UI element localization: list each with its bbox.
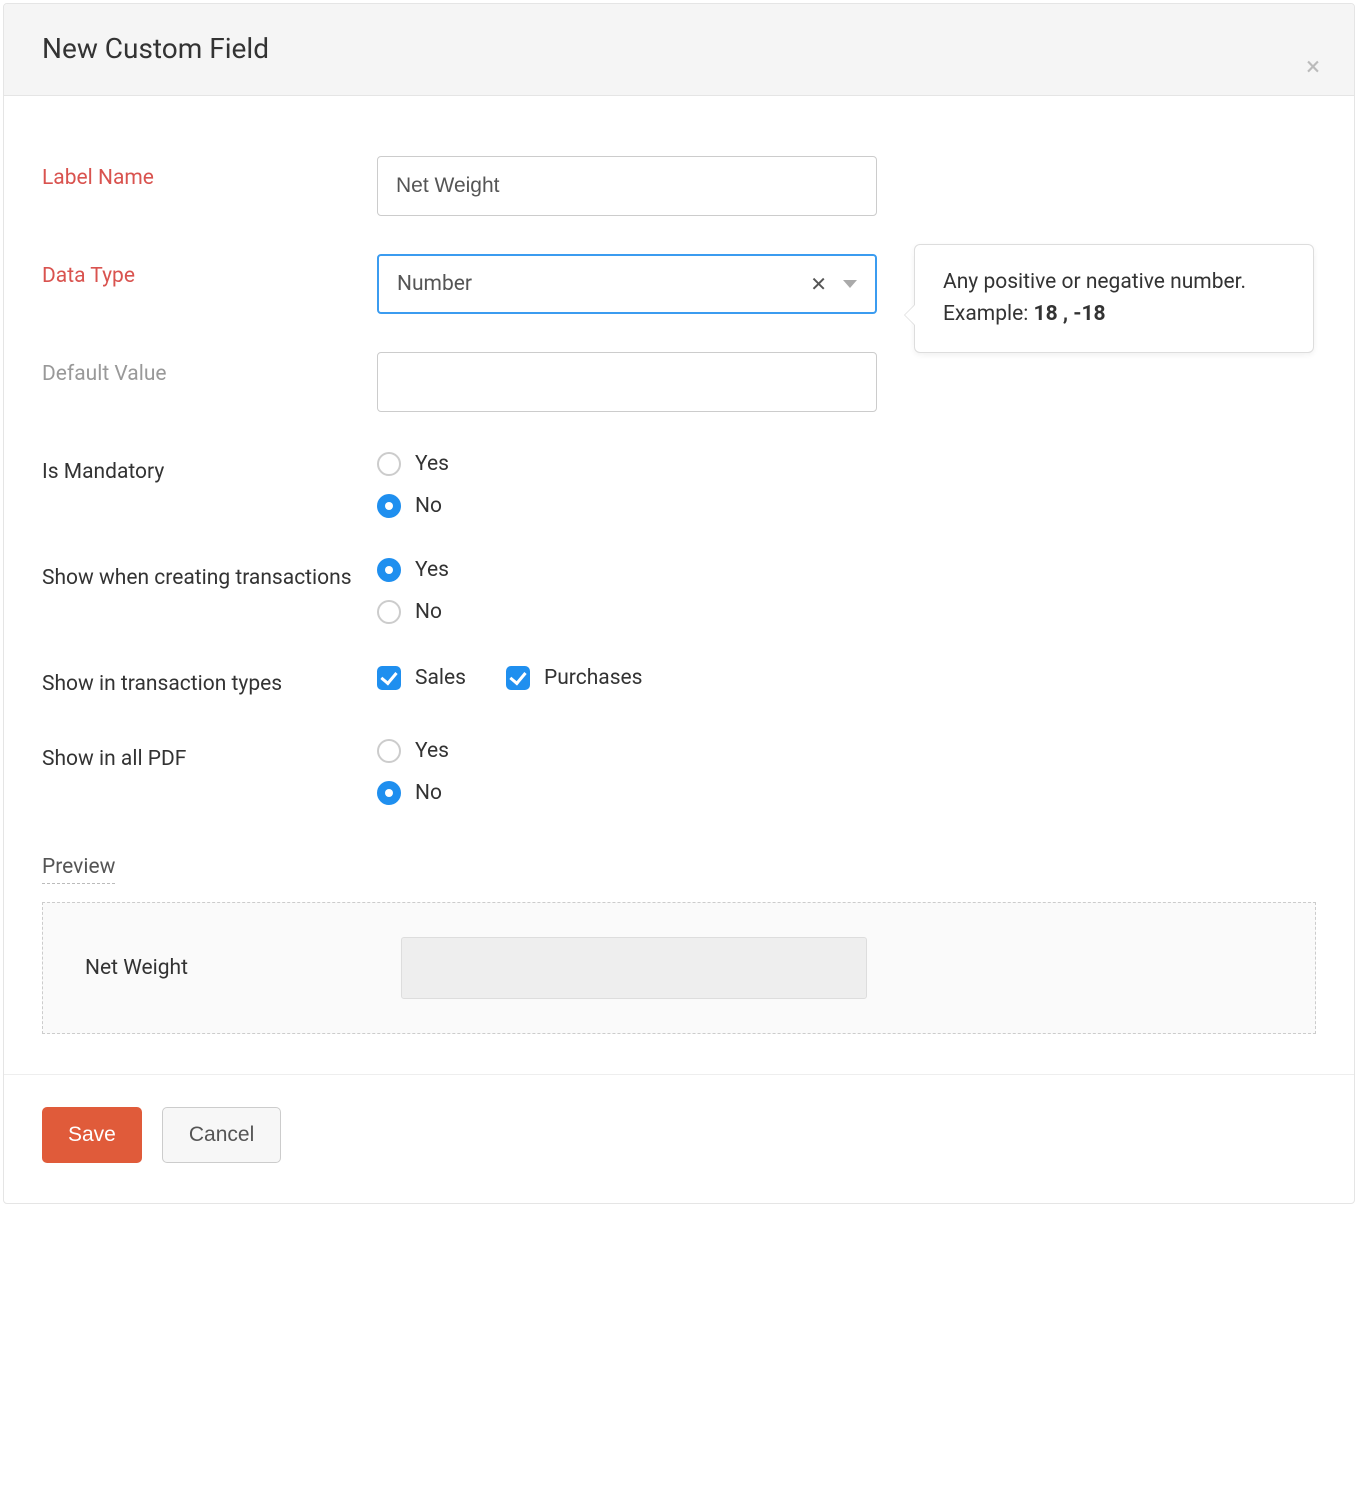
- preview-box: Net Weight: [42, 902, 1316, 1034]
- show-pdf-label: Show in all PDF: [42, 737, 377, 774]
- close-icon[interactable]: ×: [1306, 54, 1320, 80]
- label-name-input[interactable]: [377, 156, 877, 216]
- preview-field-input: [401, 937, 867, 999]
- cancel-button[interactable]: Cancel: [162, 1107, 281, 1163]
- radio-icon: [377, 452, 401, 476]
- row-show-creating: Show when creating transactions Yes No: [42, 556, 1316, 624]
- checkbox-sales[interactable]: Sales: [377, 666, 466, 690]
- data-type-tooltip: Any positive or negative number. Example…: [914, 244, 1314, 353]
- row-is-mandatory: Is Mandatory Yes No: [42, 450, 1316, 518]
- modal-footer: Save Cancel: [4, 1074, 1354, 1203]
- chevron-down-icon[interactable]: [843, 280, 857, 288]
- modal-body: Label Name Data Type Number ✕ Any positi…: [4, 96, 1354, 1074]
- show-creating-no[interactable]: No: [377, 600, 449, 624]
- row-show-pdf: Show in all PDF Yes No: [42, 737, 1316, 805]
- show-pdf-yes[interactable]: Yes: [377, 739, 449, 763]
- default-value-label: Default Value: [42, 352, 377, 389]
- modal-title: New Custom Field: [42, 32, 1316, 65]
- checkbox-purchases[interactable]: Purchases: [506, 666, 643, 690]
- show-pdf-no[interactable]: No: [377, 781, 449, 805]
- show-creating-label: Show when creating transactions: [42, 556, 377, 593]
- label-name-label: Label Name: [42, 156, 377, 193]
- preview-heading: Preview: [42, 855, 115, 884]
- data-type-select[interactable]: Number ✕: [377, 254, 877, 314]
- clear-icon[interactable]: ✕: [810, 272, 827, 296]
- preview-field-label: Net Weight: [85, 956, 401, 980]
- transaction-types-label: Show in transaction types: [42, 662, 377, 699]
- radio-icon: [377, 739, 401, 763]
- checkbox-icon: [506, 666, 530, 690]
- new-custom-field-modal: New Custom Field × Label Name Data Type …: [3, 3, 1355, 1204]
- row-default-value: Default Value: [42, 352, 1316, 412]
- default-value-input[interactable]: [377, 352, 877, 412]
- save-button[interactable]: Save: [42, 1107, 142, 1163]
- radio-icon: [377, 781, 401, 805]
- is-mandatory-no[interactable]: No: [377, 494, 449, 518]
- preview-section: Preview Net Weight: [42, 855, 1316, 1034]
- tooltip-example: 18 , -18: [1034, 302, 1106, 326]
- radio-icon: [377, 600, 401, 624]
- radio-icon: [377, 558, 401, 582]
- modal-header: New Custom Field ×: [4, 4, 1354, 96]
- is-mandatory-label: Is Mandatory: [42, 450, 377, 487]
- row-label-name: Label Name: [42, 156, 1316, 216]
- is-mandatory-yes[interactable]: Yes: [377, 452, 449, 476]
- row-transaction-types: Show in transaction types Sales Purchase…: [42, 662, 1316, 699]
- show-creating-yes[interactable]: Yes: [377, 558, 449, 582]
- data-type-label: Data Type: [42, 254, 377, 291]
- radio-icon: [377, 494, 401, 518]
- data-type-value: Number: [397, 272, 472, 296]
- checkbox-icon: [377, 666, 401, 690]
